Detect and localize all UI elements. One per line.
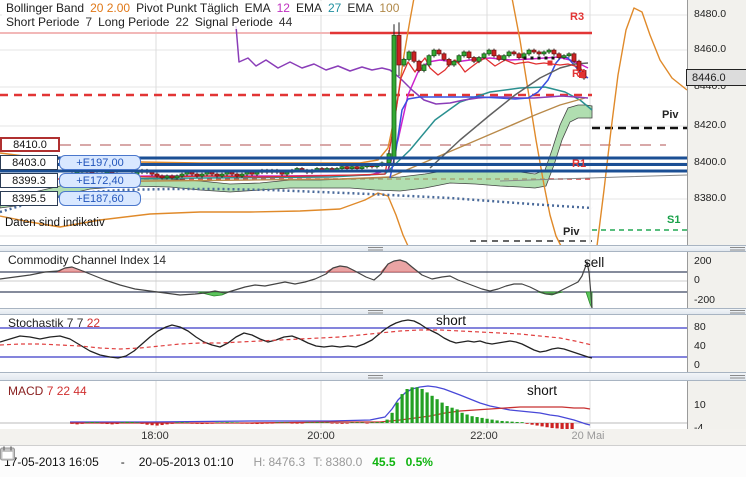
- resize-handle-icon[interactable]: [368, 375, 383, 379]
- status-bar: 17-05-2013 16:05 - 20-05-2013 01:10 H: 8…: [0, 445, 746, 477]
- change-points: 45.5: [372, 454, 396, 469]
- price-axis-label: 8400.0: [694, 156, 727, 168]
- pivot-level-label-piv: Piv: [662, 109, 679, 121]
- time-axis-label: 18:00: [141, 430, 169, 442]
- indicator-ema27-param: 27: [328, 1, 342, 15]
- panel-separator[interactable]: [0, 245, 746, 252]
- position-pl-badge[interactable]: +E187,60: [59, 191, 141, 206]
- pivot-level-label-r3: R3: [570, 11, 585, 23]
- panel-separator[interactable]: [0, 308, 746, 315]
- indicator-ema100-label[interactable]: EMA: [347, 1, 373, 15]
- session-high-value: 8476.3: [268, 454, 306, 469]
- stoch-signal-param: 22: [86, 316, 101, 330]
- price-axis-label: 8380.0: [694, 192, 727, 204]
- resize-handle-icon[interactable]: [730, 375, 745, 379]
- indicator-bollinger-label[interactable]: Bollinger Band: [6, 1, 84, 15]
- date-from-field[interactable]: 17-05-2013 16:05: [4, 455, 99, 469]
- stoch-axis-label: 0: [694, 359, 700, 371]
- indicator-ema100-param: 100: [379, 1, 400, 15]
- pivot-level-label-r2: R2: [572, 68, 587, 80]
- pivot-level-label-r1: R1: [572, 158, 587, 170]
- resize-handle-icon[interactable]: [730, 310, 745, 314]
- position-price-box[interactable]: 8403.0: [0, 155, 58, 170]
- resize-handle-icon[interactable]: [730, 247, 745, 251]
- main-chart-legend[interactable]: Bollinger Band 20 2.00 Pivot Punkt Täglich…: [2, 1, 410, 15]
- macd-axis-label: 10: [694, 399, 706, 411]
- panel-separator[interactable]: [0, 372, 746, 381]
- cci-params: 14: [152, 253, 167, 267]
- cci-axis-label: 200: [694, 255, 712, 267]
- short-periode-label: Short Periode: [6, 15, 80, 29]
- short-periode-value: 7: [85, 15, 93, 29]
- date-range-separator: -: [120, 454, 125, 469]
- indicative-data-watermark: Daten sind indikativ: [5, 217, 105, 229]
- current-price-box: 8446.0: [686, 69, 746, 86]
- position-row-8403[interactable]: 8403.0 +E197,00: [0, 155, 141, 170]
- resize-handle-icon[interactable]: [368, 247, 383, 251]
- indicator-ema27-label[interactable]: EMA: [296, 1, 322, 15]
- date-to-field[interactable]: 20-05-2013 01:10: [139, 455, 234, 469]
- macd-panel-title[interactable]: MACD 7 22 44: [8, 384, 87, 398]
- order-price-box[interactable]: 8410.0: [0, 137, 60, 152]
- pivot-level-label-s1: S1: [667, 214, 681, 226]
- time-axis[interactable]: 18:00 20:00 22:00 20 Mai: [0, 429, 746, 445]
- macd-name: MACD: [8, 384, 44, 398]
- indicator-bollinger-params: 20 2.00: [90, 1, 131, 15]
- resize-handle-icon[interactable]: [368, 310, 383, 314]
- position-pl-badge[interactable]: +E197,00: [59, 155, 141, 170]
- chart-canvas[interactable]: [0, 0, 687, 429]
- position-row-8399[interactable]: 8399.3 +E172,40: [0, 173, 141, 188]
- cci-sell-signal: sell: [584, 255, 605, 270]
- stoch-params: 7 7: [66, 316, 84, 330]
- pivot-level-label-piv: Piv: [563, 226, 580, 238]
- indicator-ema12-param: 12: [276, 1, 290, 15]
- cci-axis-label: 0: [694, 274, 700, 286]
- long-periode-label: Long Periode: [98, 15, 170, 29]
- session-high-label: H:: [253, 454, 266, 469]
- indicator-pivot-label[interactable]: Pivot Punkt Täglich: [136, 1, 239, 15]
- trading-app-window: Bollinger Band 20 2.00 Pivot Punkt Täglich…: [0, 0, 746, 477]
- stoch-name: Stochastik: [8, 316, 64, 330]
- signal-periode-label: Signal Periode: [194, 15, 273, 29]
- stoch-short-signal: short: [436, 313, 467, 328]
- stoch-axis-label: 40: [694, 340, 706, 352]
- signal-periode-value: 44: [278, 15, 293, 29]
- indicator-ema12-label[interactable]: EMA: [245, 1, 271, 15]
- stoch-panel-title[interactable]: Stochastik 7 7 22: [8, 316, 100, 330]
- change-percent: 0.5%: [405, 454, 433, 469]
- session-low-label: T:: [313, 454, 323, 469]
- cci-axis-label: -200: [694, 294, 716, 306]
- position-row-8395[interactable]: 8395.5 +E187,60: [0, 191, 141, 206]
- price-axis-label: 8420.0: [694, 119, 727, 131]
- position-price-box[interactable]: 8395.5: [0, 191, 58, 206]
- position-pl-badge[interactable]: +E172,40: [59, 173, 141, 188]
- macd-settings-legend[interactable]: Short Periode 7 Long Periode 22 Signal Perio…: [2, 15, 303, 29]
- time-axis-label: 20 Mai: [571, 430, 605, 442]
- position-price-box[interactable]: 8399.3: [0, 173, 58, 188]
- long-periode-value: 22: [175, 15, 189, 29]
- price-axis[interactable]: 8446.0 8480.0 8460.0 8440.0 8420.0 8400.0 838…: [686, 0, 746, 434]
- price-axis-label: 8480.0: [694, 8, 727, 20]
- session-low-value: 8380.0: [325, 454, 363, 469]
- time-axis-label: 22:00: [470, 430, 498, 442]
- time-axis-label: 20:00: [307, 430, 335, 442]
- order-row-8410[interactable]: 8410.0: [0, 137, 60, 152]
- macd-params: 7 22 44: [46, 384, 87, 398]
- macd-short-signal: short: [527, 383, 558, 398]
- stoch-axis-label: 80: [694, 321, 706, 333]
- cci-panel-title[interactable]: Commodity Channel Index 14: [8, 253, 166, 267]
- cci-name: Commodity Channel Index: [8, 253, 150, 267]
- price-axis-label: 8460.0: [694, 43, 727, 55]
